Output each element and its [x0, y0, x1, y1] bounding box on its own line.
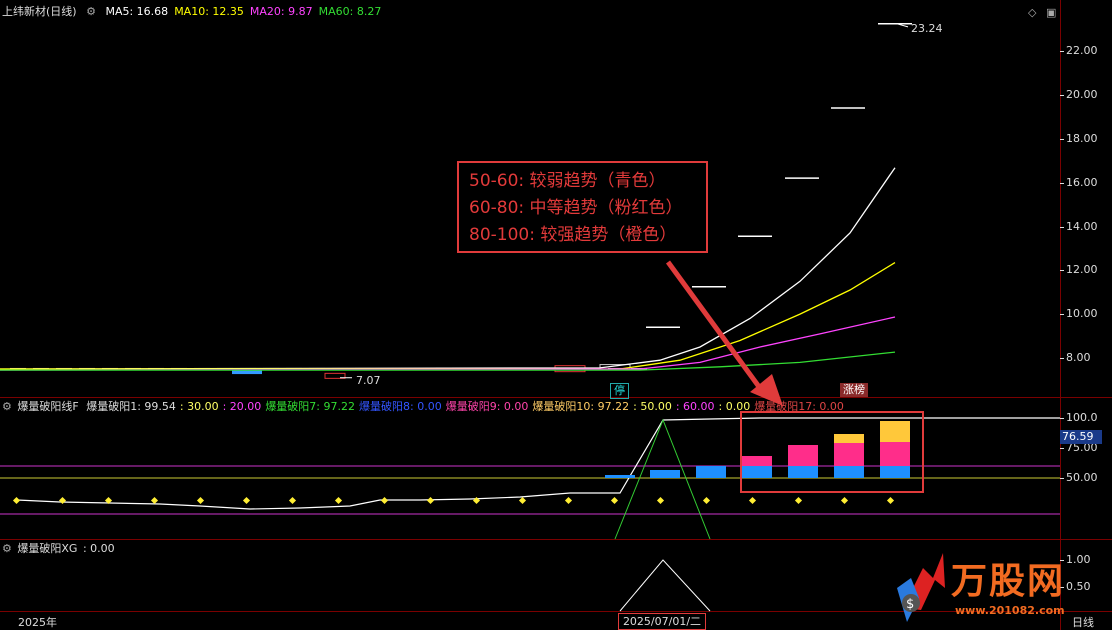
pink-bar-segment — [834, 443, 864, 466]
year-label: 2025年 — [18, 616, 57, 629]
indicator1-value: : 60.00 — [675, 400, 715, 413]
signal-dot — [58, 496, 67, 505]
signal-dot — [794, 496, 803, 505]
orange-bar-segment — [880, 421, 910, 442]
callout-line: 60-80: 中等趋势（粉红色） — [469, 198, 683, 218]
indicator1-value: 爆量破阳10: 97.22 — [532, 400, 630, 413]
indicator1-value: : 50.00 — [633, 400, 672, 413]
cyan-bar-segment — [834, 466, 864, 478]
stock-title[interactable]: 上纬新材(日线) — [2, 5, 77, 18]
gear-icon[interactable]: ⚙ — [86, 5, 96, 18]
indicator1-value: : 20.00 — [222, 400, 262, 413]
gear-icon[interactable]: ⚙ — [2, 542, 12, 555]
cursor-date-tag: 2025/07/01/二 — [618, 613, 706, 630]
xg-signal-line — [619, 559, 711, 612]
indicator1-header: ⚙ 爆量破阳线F 爆量破阳1: 99.54: 30.00: 20.00 爆量破阳7… — [2, 398, 854, 416]
cyan-bar-segment — [650, 470, 680, 478]
signal-dot — [610, 496, 619, 505]
signal-dot — [12, 496, 21, 505]
brand-logo: $ 万股网 www.201082.com — [893, 548, 1093, 626]
signal-dot — [380, 496, 389, 505]
cyan-bar-segment — [788, 466, 818, 478]
green-v-line — [614, 418, 711, 540]
indicator1-value: 爆量破阳17: 0.00 — [754, 400, 844, 413]
signal-dot — [426, 496, 435, 505]
indicator2-value: : 0.00 — [82, 542, 115, 555]
pink-bar-segment — [788, 445, 818, 466]
ma10-line — [0, 262, 896, 370]
signal-dot — [840, 496, 849, 505]
logo-arrows-icon: $ — [897, 553, 945, 622]
ma5-line — [0, 167, 896, 370]
signal-dot — [196, 496, 205, 505]
y-tick-label: 12.00 — [1060, 263, 1098, 276]
callout-arrow-shaft — [665, 260, 768, 397]
y-tick-label: 10.00 — [1060, 307, 1098, 320]
signal-dot — [472, 496, 481, 505]
halt-tag[interactable]: 停 — [610, 383, 629, 399]
indicator1-value: 爆量破阳8: 0.00 — [359, 400, 442, 413]
y-tick-label: 14.00 — [1060, 220, 1098, 233]
ma-label: MA20: 9.87 — [249, 5, 313, 18]
main-header: 上纬新材(日线) ⚙ MA5: 16.68 MA10: 12.35 MA20: 9.… — [2, 3, 393, 21]
logo-brand: 万股网 — [951, 561, 1066, 602]
logo-url: www.201082.com — [955, 604, 1065, 617]
signal-dot — [702, 496, 711, 505]
signal-dot — [564, 496, 573, 505]
y-tick-label: 18.00 — [1060, 132, 1098, 145]
y-tick-label: 100.0 — [1060, 411, 1098, 424]
signal-dot — [288, 496, 297, 505]
y-tick-label: 22.00 — [1060, 44, 1098, 57]
cyan-bar-segment — [742, 466, 772, 478]
pink-bar-segment — [880, 442, 910, 466]
indicator1-values: 爆量破阳1: 99.54: 30.00: 20.00 爆量破阳7: 97.22 爆量… — [86, 400, 848, 413]
ma-values: MA5: 16.68 MA10: 12.35 MA20: 9.87 MA60: 8.2… — [105, 5, 387, 18]
trend-legend-callout: 50-60: 较弱趋势（青色） 60-80: 中等趋势（粉红色） 80-100:… — [457, 161, 708, 253]
window-box-icon[interactable]: ▣ — [1046, 6, 1056, 19]
signal-dot — [518, 496, 527, 505]
gear-icon[interactable]: ⚙ — [2, 400, 12, 413]
cyan-bar-segment — [605, 475, 635, 478]
signal-dot — [656, 496, 665, 505]
y-tick-label: 8.00 — [1060, 351, 1091, 364]
ma20-line — [0, 316, 896, 371]
diamond-icon[interactable]: ◇ — [1028, 6, 1036, 19]
ma-label: MA10: 12.35 — [174, 5, 244, 18]
signal-dot — [150, 496, 159, 505]
indicator1-value-badge: 76.59 — [1060, 430, 1102, 444]
signal-dot — [242, 496, 251, 505]
indicator1-value: : 0.00 — [718, 400, 751, 413]
indicator2-name[interactable]: 爆量破阳XG — [17, 542, 77, 555]
kline-chart[interactable] — [0, 0, 1112, 630]
cyan-bar-segment — [696, 466, 726, 478]
signal-dot — [748, 496, 757, 505]
window-icons: ◇ ▣ — [1028, 6, 1056, 19]
y-tick-label: 50.00 — [1060, 471, 1098, 484]
signal-dot — [886, 496, 895, 505]
ma-label: MA5: 16.68 — [105, 5, 169, 18]
low-price-label: 7.07 — [356, 374, 381, 387]
ma60-line — [0, 351, 896, 371]
indicator1-name[interactable]: 爆量破阳线F — [17, 400, 78, 413]
svg-text:$: $ — [906, 597, 914, 612]
indicator1-value: 爆量破阳1: 99.54 — [86, 400, 176, 413]
cyan-bar-segment — [880, 466, 910, 478]
pink-bar-segment — [742, 456, 772, 466]
high-price-label: 23.24 — [911, 22, 943, 35]
rank-tag[interactable]: 涨榜 — [840, 383, 868, 397]
callout-line: 50-60: 较弱趋势（青色） — [469, 171, 666, 191]
indicator1-value: : 30.00 — [179, 400, 219, 413]
indicator2-header: ⚙ 爆量破阳XG : 0.00 — [2, 540, 121, 558]
y-tick-label: 20.00 — [1060, 88, 1098, 101]
indicator1-value: 爆量破阳9: 0.00 — [445, 400, 529, 413]
indicator1-value: 爆量破阳7: 97.22 — [265, 400, 356, 413]
callout-line: 80-100: 较强趋势（橙色） — [469, 225, 677, 245]
orange-bar-segment — [834, 434, 864, 443]
ma-label: MA60: 8.27 — [318, 5, 382, 18]
y-tick-label: 16.00 — [1060, 176, 1098, 189]
signal-dot — [334, 496, 343, 505]
